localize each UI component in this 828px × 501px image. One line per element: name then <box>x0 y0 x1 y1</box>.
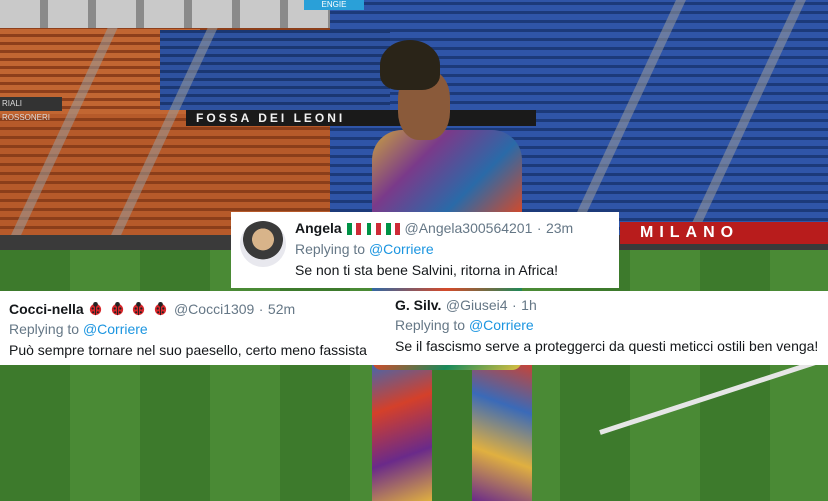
replying-label: Replying to <box>395 317 466 333</box>
tweet-text: Se il fascismo serve a proteggerci da qu… <box>395 338 819 354</box>
replying-label: Replying to <box>295 241 366 257</box>
person-leg <box>372 360 432 501</box>
tweet-handle[interactable]: @Angela300564201 <box>405 220 533 236</box>
italian-flag-icon <box>347 222 362 235</box>
italian-flag-icons <box>346 220 404 237</box>
person-hair <box>380 40 440 90</box>
tweet-handle[interactable]: @Cocci1309 <box>174 301 254 317</box>
separator: · <box>258 301 264 317</box>
tweet-card[interactable]: Cocci-nella @Cocci1309 · 52m Replying to… <box>0 291 385 365</box>
tweet-time[interactable]: 23m <box>546 220 573 236</box>
milano-banner: MILANO <box>620 222 828 244</box>
reply-target-link[interactable]: @Corriere <box>369 241 434 257</box>
tweet-time[interactable]: 52m <box>268 301 295 317</box>
tweet-text: Può sempre tornare nel suo paesello, cer… <box>9 342 367 358</box>
side-banner: RIALI ROSSONERI <box>0 97 62 122</box>
separator: · <box>512 297 517 313</box>
avatar[interactable] <box>240 221 286 267</box>
tweet-author-name[interactable]: G. Silv. <box>395 297 441 313</box>
reply-target-link[interactable]: @Corriere <box>469 317 534 333</box>
italian-flag-icon <box>366 222 381 235</box>
separator: · <box>536 220 542 236</box>
ladybug-icon <box>90 301 102 316</box>
ladybug-icon <box>132 301 145 316</box>
tweet-handle[interactable]: @Giusei4 <box>446 297 508 313</box>
tweet-author-name[interactable]: Cocci-nella <box>9 301 84 317</box>
tweet-card[interactable]: G. Silv. @Giusei4 · 1h Replying to @Corr… <box>385 291 828 365</box>
replying-label: Replying to <box>9 321 80 337</box>
ladybug-icons <box>88 301 174 318</box>
top-sign: ENGIE <box>304 0 364 10</box>
ladybug-icon <box>154 301 166 316</box>
ladybug-icon <box>111 301 123 316</box>
reply-target-link[interactable]: @Corriere <box>83 321 148 337</box>
tweet-text: Se non ti sta bene Salvini, ritorna in A… <box>295 262 559 278</box>
tweet-author-name[interactable]: Angela <box>295 220 342 236</box>
stadium-roof <box>0 0 330 28</box>
tweet-time[interactable]: 1h <box>521 297 537 313</box>
italian-flag-icon <box>386 222 401 235</box>
tweet-card[interactable]: Angela @Angela300564201 · 23m Replying t… <box>231 212 619 288</box>
person-leg <box>472 360 532 501</box>
